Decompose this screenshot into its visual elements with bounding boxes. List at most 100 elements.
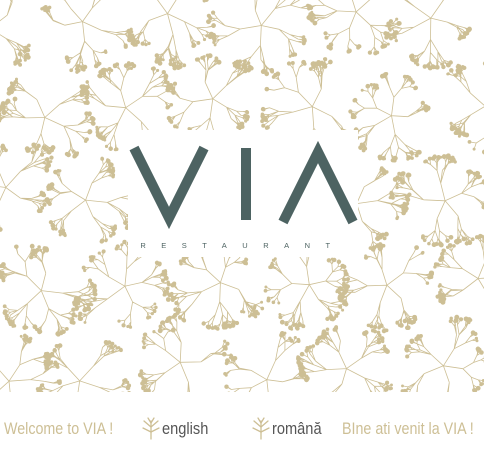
blossom-dot <box>1 144 6 149</box>
blossom-dot <box>308 12 313 17</box>
english-link[interactable]: english <box>162 419 208 439</box>
blossom-dot <box>142 333 146 337</box>
logo-letter-a <box>278 140 358 225</box>
blossom-dot <box>221 323 227 328</box>
blossom-dot <box>337 296 343 302</box>
blossom-dot <box>388 387 392 391</box>
blossom-dot <box>158 57 163 62</box>
blossom-dot <box>0 275 5 280</box>
blossom-dot <box>25 325 29 329</box>
blossom-dot <box>299 351 305 357</box>
blossom-dot <box>126 324 130 329</box>
blossom-dot <box>336 259 342 265</box>
blossom-dot <box>163 275 169 281</box>
blossom-dot <box>404 206 409 211</box>
blossom-dot <box>410 54 415 59</box>
blossom-dot <box>182 63 187 68</box>
blossom-dot <box>330 257 334 261</box>
blossom-dot <box>434 241 439 247</box>
blossom-dot <box>50 352 53 356</box>
blossom-dot <box>4 316 9 321</box>
blossom-dot <box>38 209 43 213</box>
blossom-dot <box>244 63 248 67</box>
blossom-dot <box>322 330 327 335</box>
blossom-dot <box>105 158 111 164</box>
blossom-dot <box>352 98 357 103</box>
blossom-dot <box>84 306 89 312</box>
blossom-dot <box>361 143 366 148</box>
blossom-dot <box>60 229 64 234</box>
blossom-dot <box>1 110 7 116</box>
blossom-dot <box>475 170 479 175</box>
blossom-dot <box>57 343 63 348</box>
blossom-dot <box>167 317 172 322</box>
blossom-dot <box>261 107 266 112</box>
blossom-dot <box>85 80 89 84</box>
blossom-dot <box>323 31 328 36</box>
blossom-dot <box>388 19 394 24</box>
blossom-dot <box>328 42 334 47</box>
blossom-dot <box>240 309 244 314</box>
blossom-dot <box>54 227 58 231</box>
blossom-dot <box>161 69 166 75</box>
blossom-dot <box>50 360 54 364</box>
blossom-dot <box>225 358 230 364</box>
blossom-dot <box>78 316 84 322</box>
blossom-dot <box>131 63 137 69</box>
sprig-icon[interactable] <box>140 416 162 440</box>
blossom-dot <box>405 326 409 330</box>
blossom-dot <box>44 364 49 369</box>
blossom-dot <box>15 77 18 81</box>
blossom-dot <box>64 55 69 60</box>
blossom-dot <box>326 258 332 263</box>
blossom-dot <box>373 324 378 330</box>
blossom-dot <box>29 243 35 249</box>
blossom-dot <box>435 65 439 69</box>
blossom-dot <box>410 80 415 85</box>
blossom-dot <box>157 262 162 267</box>
blossom-dot <box>243 59 247 64</box>
blossom-dot <box>58 330 64 336</box>
blossom-dot <box>74 314 78 318</box>
blossom-dot <box>395 182 399 186</box>
blossom-dot <box>142 345 146 350</box>
blossom-dot <box>384 348 390 354</box>
blossom-dot <box>71 320 76 325</box>
blossom-dot <box>458 317 464 322</box>
blossom-dot <box>393 30 398 35</box>
blossom-dot <box>464 32 468 37</box>
blossom-dot <box>245 117 250 122</box>
blossom-dot <box>427 241 431 246</box>
blossom-dot <box>110 341 115 346</box>
sprig-icon[interactable] <box>250 416 272 440</box>
blossom-dot <box>23 334 27 339</box>
blossom-dot <box>88 302 93 307</box>
blossom-dot <box>111 174 115 179</box>
blossom-dot <box>169 291 174 296</box>
blossom-dot <box>174 55 178 60</box>
blossom-dot <box>404 347 409 352</box>
blossom-dot <box>38 329 43 333</box>
romana-link[interactable]: română <box>272 419 322 439</box>
blossom-dot <box>363 255 369 260</box>
blossom-dot <box>476 235 481 240</box>
blossom-dot <box>72 300 77 305</box>
blossom-dot <box>405 201 410 206</box>
blossom-dot <box>441 248 446 253</box>
blossom-dot <box>87 278 93 283</box>
blossom-dot <box>275 71 281 77</box>
blossom-dot <box>304 377 309 383</box>
blossom-dot <box>385 380 390 385</box>
blossom-dot <box>130 35 135 41</box>
blossom-dot <box>468 318 473 322</box>
blossom-dot <box>476 348 481 353</box>
blossom-dot <box>97 251 101 255</box>
blossom-dot <box>27 43 31 48</box>
blossom-dot <box>170 295 175 299</box>
blossom-dot <box>41 145 47 150</box>
blossom-dot <box>377 246 383 252</box>
blossom-dot <box>405 354 410 359</box>
blossom-dot <box>125 385 131 391</box>
blossom-dot <box>397 176 403 182</box>
blossom-dot <box>148 315 152 319</box>
